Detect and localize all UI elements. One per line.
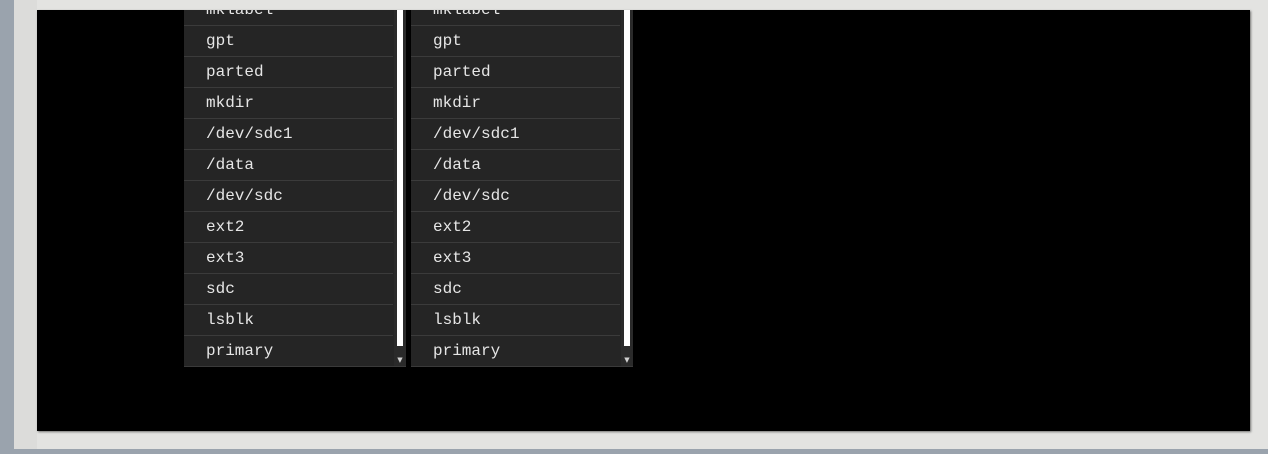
scrollbar[interactable]: ▼ <box>394 10 406 366</box>
dropdown-option[interactable]: /dev/sdc1 <box>184 119 393 150</box>
window-gutter <box>14 0 37 454</box>
dropdown-option[interactable]: ext3 <box>184 243 393 274</box>
dropdown-option[interactable]: /dev/sdc <box>184 181 393 212</box>
dropdown-list: mklabel gpt parted mkdir /dev/sdc1 /data… <box>184 10 393 366</box>
dropdown-option[interactable]: gpt <box>411 26 620 57</box>
dropdown-option[interactable]: /dev/sdc1 <box>411 119 620 150</box>
dropdown-option[interactable]: mklabel <box>184 10 393 26</box>
window-frame-left <box>0 0 14 454</box>
scroll-thumb[interactable] <box>624 10 630 346</box>
dropdown-option[interactable]: ext3 <box>411 243 620 274</box>
window-frame-bottom <box>0 449 1268 454</box>
dropdown-option[interactable]: lsblk <box>184 305 393 336</box>
dropdown-option[interactable]: /data <box>411 150 620 181</box>
dropdown-option[interactable]: parted <box>411 57 620 88</box>
autocomplete-dropdown-2[interactable]: mklabel gpt parted mkdir /dev/sdc1 /data… <box>411 10 633 366</box>
dropdown-option[interactable]: ext2 <box>411 212 620 243</box>
dropdown-option[interactable]: gpt <box>184 26 393 57</box>
autocomplete-dropdown-1[interactable]: mklabel gpt parted mkdir /dev/sdc1 /data… <box>184 10 406 366</box>
scroll-thumb[interactable] <box>397 10 403 346</box>
dropdown-option[interactable]: mklabel <box>411 10 620 26</box>
dropdown-option[interactable]: /dev/sdc <box>411 181 620 212</box>
dropdown-option[interactable]: mkdir <box>184 88 393 119</box>
dropdown-option[interactable]: sdc <box>411 274 620 305</box>
dropdown-option[interactable]: lsblk <box>411 305 620 336</box>
terminal-area[interactable]: mklabel gpt parted mkdir /dev/sdc1 /data… <box>37 10 1250 431</box>
scroll-down-icon[interactable]: ▼ <box>396 356 404 364</box>
dropdown-option[interactable]: primary <box>411 336 620 366</box>
dropdown-option[interactable]: primary <box>184 336 393 366</box>
dropdown-list: mklabel gpt parted mkdir /dev/sdc1 /data… <box>411 10 620 366</box>
scrollbar[interactable]: ▼ <box>621 10 633 366</box>
dropdown-option[interactable]: ext2 <box>184 212 393 243</box>
scroll-down-icon[interactable]: ▼ <box>623 356 631 364</box>
dropdown-option[interactable]: /data <box>184 150 393 181</box>
dropdown-option[interactable]: parted <box>184 57 393 88</box>
dropdown-option[interactable]: mkdir <box>411 88 620 119</box>
dropdown-option[interactable]: sdc <box>184 274 393 305</box>
